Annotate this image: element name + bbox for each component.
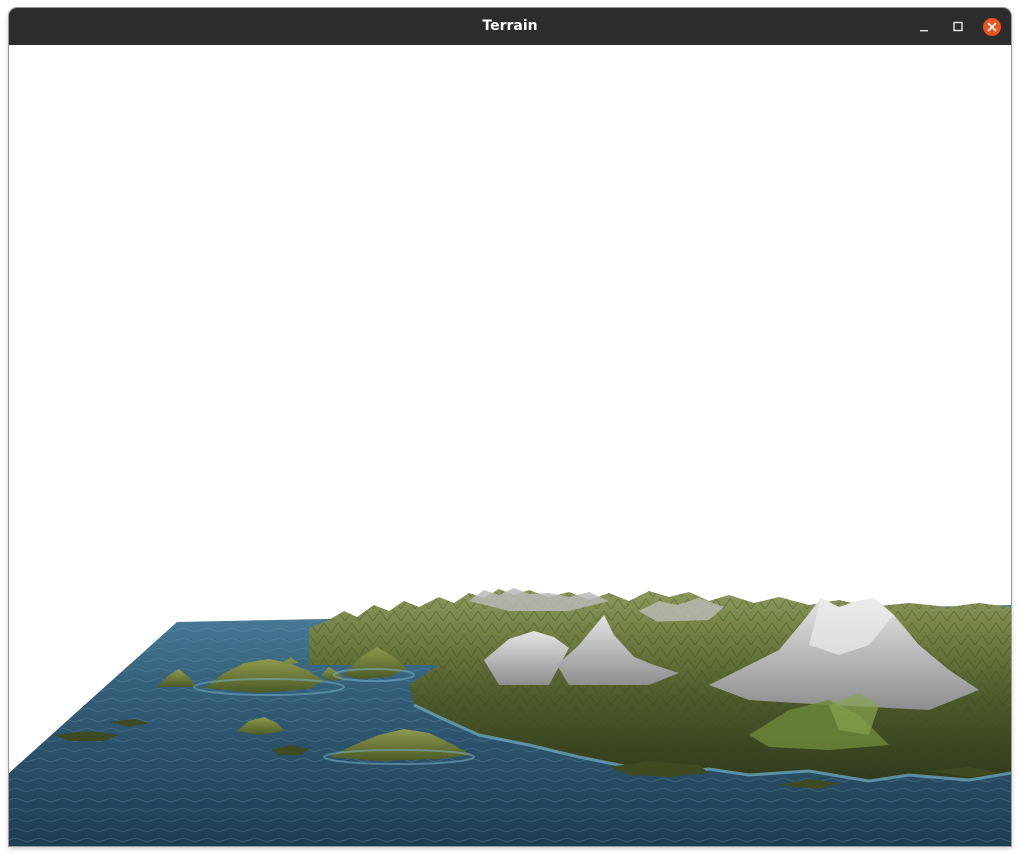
window-title: Terrain (482, 18, 538, 34)
minimize-button[interactable] (914, 17, 934, 37)
terrain-render (9, 588, 1011, 846)
close-button[interactable] (982, 17, 1002, 37)
maximize-button[interactable] (948, 17, 968, 37)
maximize-icon (953, 21, 963, 32)
app-window: Terrain (9, 8, 1011, 846)
terrain-viewport[interactable] (9, 45, 1011, 846)
title-bar[interactable]: Terrain (9, 8, 1011, 46)
minimize-icon (920, 30, 928, 32)
close-icon (983, 18, 1001, 36)
